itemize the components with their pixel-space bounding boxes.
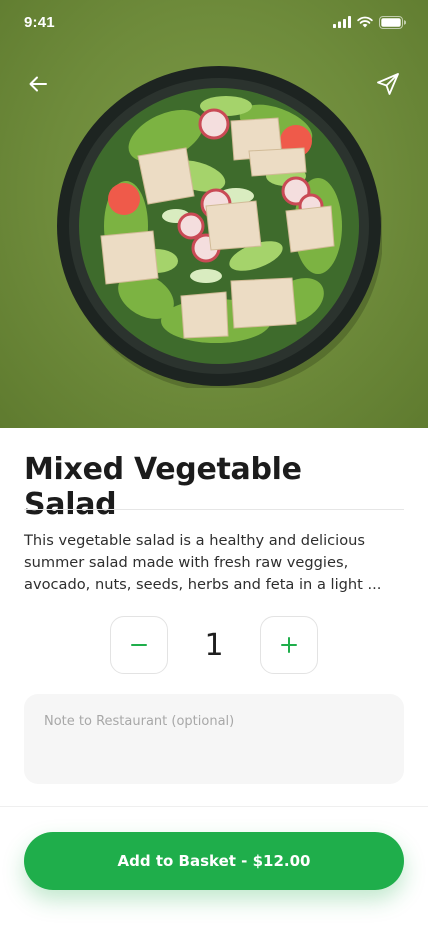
increase-quantity-button[interactable] — [260, 616, 318, 674]
product-details: Mixed Vegetable Salad This vegetable sal… — [0, 428, 428, 926]
product-hero-image: 9:41 — [0, 0, 428, 428]
minus-icon — [131, 644, 147, 646]
product-title: Mixed Vegetable Salad — [24, 452, 302, 522]
add-to-basket-button[interactable]: Add to Basket - $12.00 — [24, 832, 404, 890]
decrease-quantity-button[interactable] — [110, 616, 168, 674]
quantity-value: 1 — [204, 627, 224, 663]
status-icons — [333, 15, 406, 29]
send-icon — [377, 73, 399, 95]
wifi-icon — [357, 16, 373, 28]
quantity-stepper: 1 — [110, 616, 318, 674]
restaurant-note-input[interactable] — [24, 694, 404, 784]
arrow-left-icon — [29, 76, 47, 92]
back-button[interactable] — [22, 68, 54, 100]
salad-bowl-illustration — [57, 66, 382, 388]
status-time: 9:41 — [24, 13, 55, 31]
divider — [24, 509, 404, 510]
share-button[interactable] — [372, 68, 404, 100]
status-bar: 9:41 — [0, 0, 428, 44]
product-description: This vegetable salad is a healthy and de… — [24, 532, 382, 593]
plus-icon — [281, 637, 297, 653]
divider — [0, 806, 428, 807]
battery-icon — [379, 15, 406, 29]
cellular-signal-icon — [333, 16, 351, 28]
